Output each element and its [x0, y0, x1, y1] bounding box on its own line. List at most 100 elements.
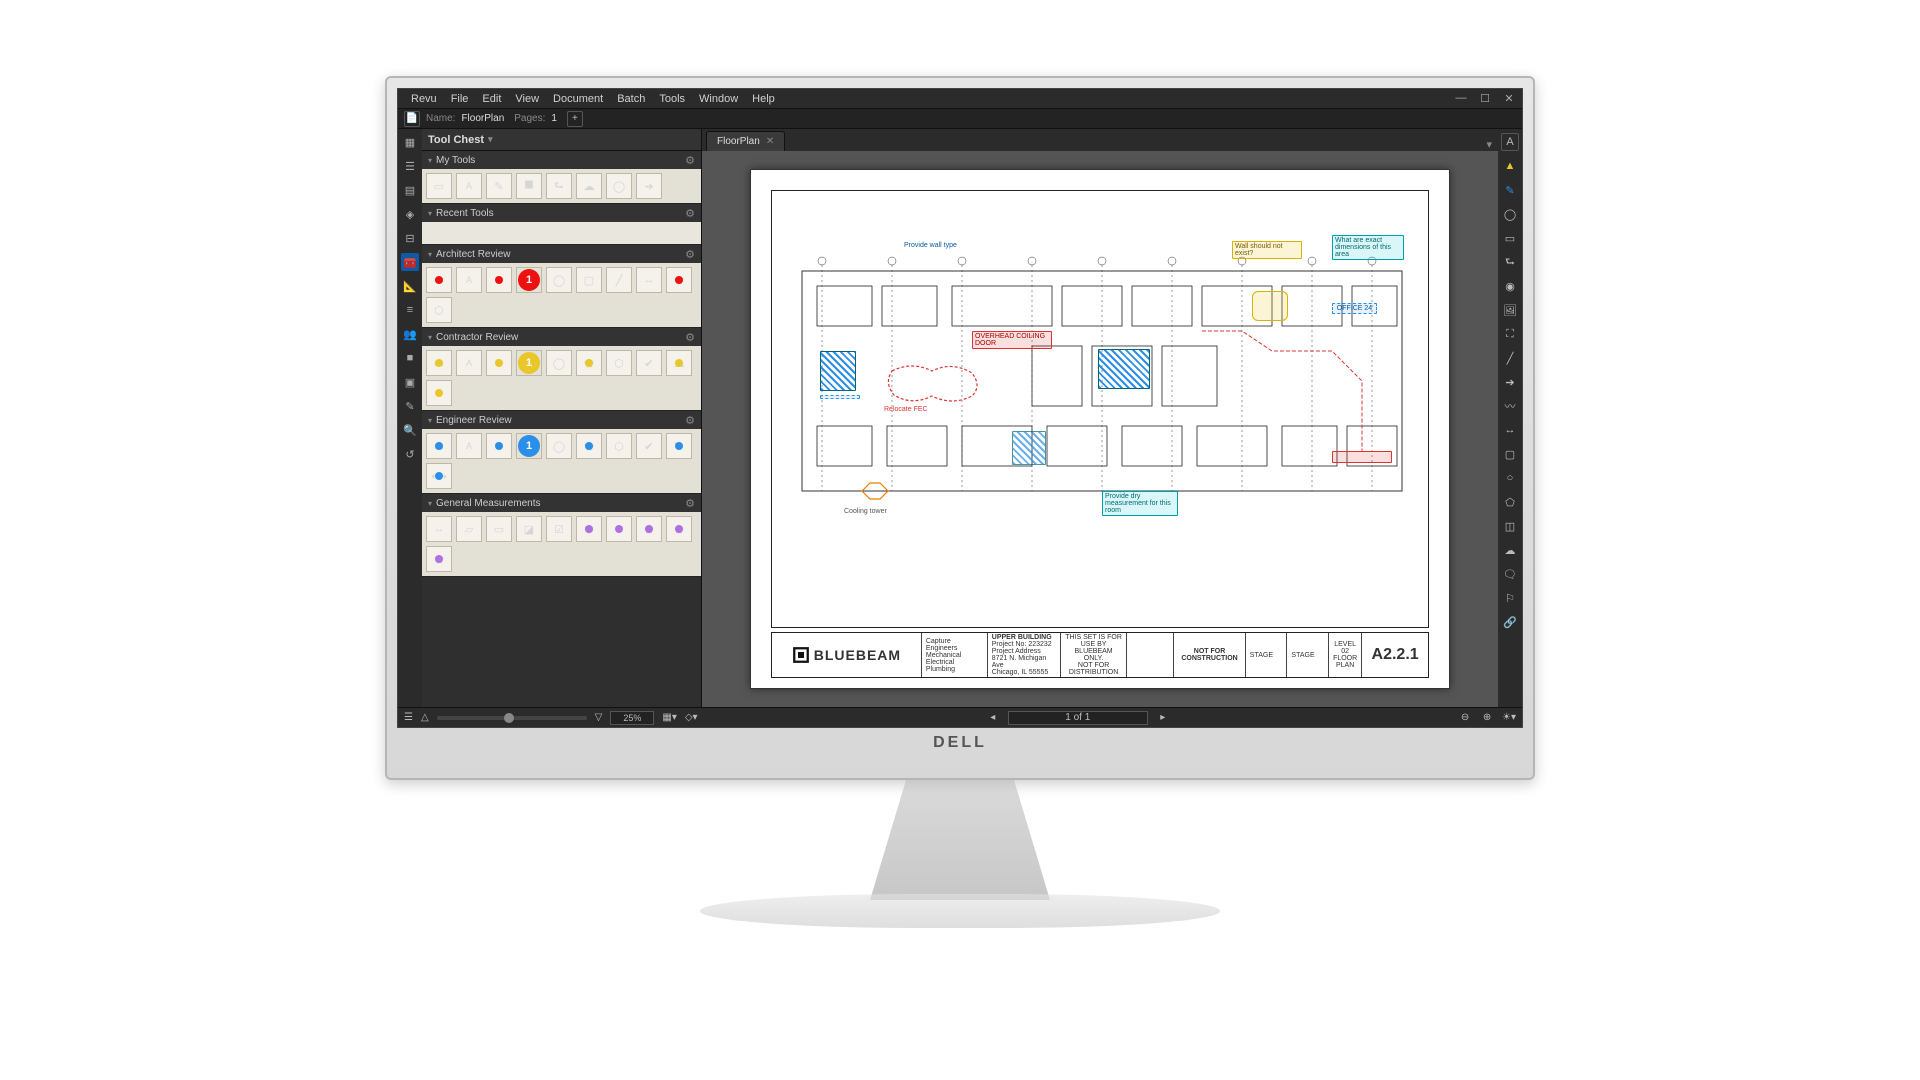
- sets-icon[interactable]: ⊟: [401, 229, 419, 247]
- thumbnails-icon[interactable]: ▦: [401, 133, 419, 151]
- tool-eng-ellipse[interactable]: ◯: [546, 433, 572, 459]
- note-tool-icon[interactable]: 🗨: [1501, 565, 1519, 583]
- gear-icon[interactable]: ⚙: [685, 414, 695, 427]
- gear-icon[interactable]: ⚙: [685, 154, 695, 167]
- search-icon[interactable]: 🔍: [401, 421, 419, 439]
- annotation-blue-box[interactable]: OFFICE 24: [1332, 303, 1377, 314]
- tool-con-ellipse[interactable]: ◯: [546, 350, 572, 376]
- tool-con-star[interactable]: ★: [426, 380, 452, 406]
- layers-icon[interactable]: ◈: [401, 205, 419, 223]
- pdf-page[interactable]: Provide wall type Wall should not exist?…: [750, 169, 1450, 689]
- tool-text[interactable]: A: [456, 173, 482, 199]
- menu-window[interactable]: Window: [692, 93, 745, 105]
- gear-icon[interactable]: ⚙: [685, 248, 695, 261]
- tool-arch-badge[interactable]: 1: [516, 267, 542, 293]
- tool-eng-dim[interactable]: ⟷: [426, 463, 452, 489]
- annotation-area-hatch[interactable]: [1012, 431, 1046, 465]
- history-back-button[interactable]: ⊖: [1458, 712, 1472, 723]
- tool-highlight[interactable]: ⯀: [516, 173, 542, 199]
- signatures-icon[interactable]: ✎: [401, 397, 419, 415]
- menu-revu[interactable]: Revu: [404, 93, 444, 105]
- measure-icon[interactable]: 📐: [401, 277, 419, 295]
- tool-arch-rect[interactable]: ▭: [426, 267, 452, 293]
- forms-icon[interactable]: ▣: [401, 373, 419, 391]
- section-header-engineer[interactable]: ▾ Engineer Review ⚙: [422, 411, 701, 429]
- studio-icon[interactable]: 👥: [401, 325, 419, 343]
- page-viewport[interactable]: Provide wall type Wall should not exist?…: [702, 151, 1498, 707]
- rectangle-tool-icon[interactable]: ▭: [1501, 229, 1519, 247]
- section-header-my-tools[interactable]: ▾ My Tools ⚙: [422, 151, 701, 169]
- polygon-tool-icon[interactable]: ⬠: [1501, 493, 1519, 511]
- tool-meas-perim[interactable]: ▭: [486, 516, 512, 542]
- stamp-tool-icon[interactable]: ◉: [1501, 277, 1519, 295]
- menu-view[interactable]: View: [508, 93, 546, 105]
- tool-ellipse[interactable]: ◯: [606, 173, 632, 199]
- annotation-area-hatch[interactable]: [820, 351, 856, 391]
- gear-icon[interactable]: ⚙: [685, 331, 695, 344]
- flag-tool-icon[interactable]: ⚐: [1501, 589, 1519, 607]
- document-tab[interactable]: FloorPlan ✕: [706, 131, 785, 151]
- menu-document[interactable]: Document: [546, 93, 610, 105]
- tool-con-text[interactable]: A: [456, 350, 482, 376]
- tool-eng-check[interactable]: ✔: [636, 433, 662, 459]
- tool-cloud[interactable]: ☁: [576, 173, 602, 199]
- next-page-button[interactable]: ▸: [1156, 712, 1170, 723]
- tool-con-rect[interactable]: ▭: [426, 350, 452, 376]
- tool-con-poly[interactable]: ⬠: [576, 350, 602, 376]
- section-header-contractor[interactable]: ▾ Contractor Review ⚙: [422, 328, 701, 346]
- ellipse-tool-icon[interactable]: ◯: [1501, 205, 1519, 223]
- gear-icon[interactable]: ⚙: [685, 207, 695, 220]
- tool-arch-dim[interactable]: ↔: [636, 267, 662, 293]
- dimension-tool-icon[interactable]: ↔: [1501, 421, 1519, 439]
- tool-chest-icon[interactable]: 🧰: [401, 253, 419, 271]
- annotation-area-hatch[interactable]: [1098, 349, 1150, 389]
- tool-chest-header[interactable]: Tool Chest ▾: [422, 129, 701, 151]
- menu-tools[interactable]: Tools: [652, 93, 692, 105]
- stamps-icon[interactable]: ■: [401, 349, 419, 367]
- tool-meas-check[interactable]: ✔: [606, 516, 632, 542]
- polyline-tool-icon[interactable]: 〰: [1501, 397, 1519, 415]
- annotation-red-block[interactable]: [1332, 451, 1392, 463]
- minimize-button[interactable]: —: [1454, 92, 1468, 105]
- zoom-out-icon[interactable]: △: [421, 712, 429, 723]
- tool-arch-pen[interactable]: ✎: [486, 267, 512, 293]
- tool-arch-cloud[interactable]: ▢: [576, 267, 602, 293]
- tool-meas-hex[interactable]: ⬡: [576, 516, 602, 542]
- annotation-label[interactable]: Provide wall type: [902, 241, 959, 250]
- zoom-slider[interactable]: [437, 716, 587, 720]
- tool-con-hex[interactable]: ⬡: [606, 350, 632, 376]
- brightness-icon[interactable]: ☀▾: [1502, 712, 1516, 723]
- tool-arrow[interactable]: ➔: [636, 173, 662, 199]
- zoom-thumb[interactable]: [504, 713, 514, 723]
- gear-icon[interactable]: ⚙: [685, 497, 695, 510]
- markups-icon[interactable]: ≡: [401, 301, 419, 319]
- annotation-cyan-note[interactable]: What are exact dimensions of this area: [1332, 235, 1404, 260]
- rectangle2-tool-icon[interactable]: ▢: [1501, 445, 1519, 463]
- tool-eng-badge[interactable]: 1: [516, 433, 542, 459]
- maximize-button[interactable]: ☐: [1478, 92, 1492, 105]
- menu-help[interactable]: Help: [745, 93, 782, 105]
- annotation-room-tag[interactable]: [820, 395, 860, 399]
- tab-close-icon[interactable]: ✕: [766, 136, 774, 147]
- image-tool-icon[interactable]: 🖼: [1501, 301, 1519, 319]
- history-forward-button[interactable]: ⊕: [1480, 712, 1494, 723]
- tool-meas-poly2[interactable]: ⬠: [666, 516, 692, 542]
- close-button[interactable]: ✕: [1502, 92, 1516, 105]
- annotation-red-bar[interactable]: OVERHEAD COILING DOOR: [972, 331, 1052, 349]
- list-view-icon[interactable]: ☰: [404, 712, 413, 723]
- tool-eng-poly[interactable]: ⬠: [576, 433, 602, 459]
- annotation-label[interactable]: Cooling tower: [842, 507, 889, 516]
- fit-page-icon[interactable]: ▦▾: [662, 712, 676, 723]
- tool-meas-area[interactable]: ▱: [456, 516, 482, 542]
- ellipse2-tool-icon[interactable]: ○: [1501, 469, 1519, 487]
- section-header-architect[interactable]: ▾ Architect Review ⚙: [422, 245, 701, 263]
- tool-arch-hex[interactable]: ⬡: [426, 297, 452, 323]
- section-header-recent[interactable]: ▾ Recent Tools ⚙: [422, 204, 701, 222]
- bookmarks-icon[interactable]: ☰: [401, 157, 419, 175]
- tool-meas-poly3[interactable]: ⬠: [426, 546, 452, 572]
- tool-arch-text[interactable]: A: [456, 267, 482, 293]
- tool-eng-text[interactable]: A: [456, 433, 482, 459]
- lasso-tool-icon[interactable]: ◫: [1501, 517, 1519, 535]
- tool-arch-ellipse[interactable]: ◯: [546, 267, 572, 293]
- callout-tool-icon[interactable]: ⮑: [1501, 253, 1519, 271]
